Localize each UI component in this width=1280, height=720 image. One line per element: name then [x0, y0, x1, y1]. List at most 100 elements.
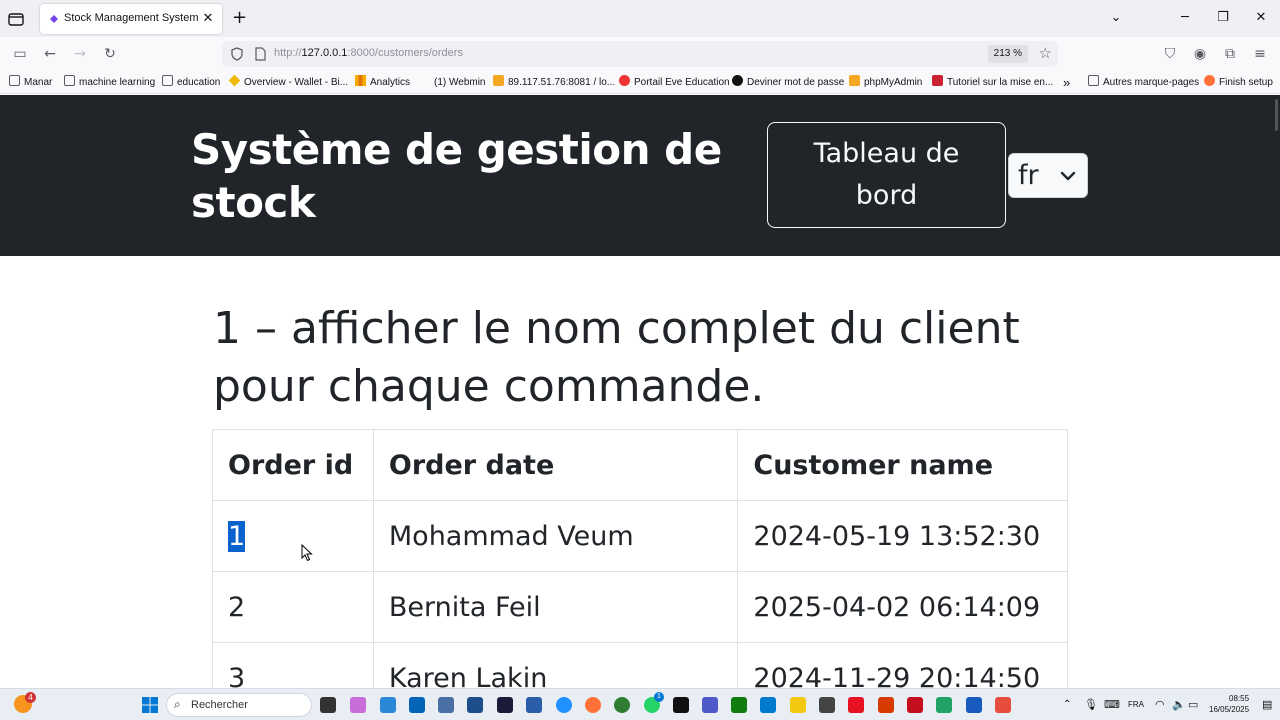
table-cell: Bernita Feil — [372, 571, 739, 643]
app-icon[interactable] — [497, 697, 513, 713]
copilot-icon[interactable] — [350, 697, 366, 713]
tutorial-icon — [932, 75, 943, 86]
volume-icon[interactable]: 🔈 — [1172, 698, 1186, 711]
task-view-icon[interactable] — [320, 697, 336, 713]
folder-icon — [162, 75, 173, 86]
teams-icon[interactable] — [702, 697, 718, 713]
firefox-icon[interactable] — [585, 697, 601, 713]
bookmark-link[interactable]: Overview - Wallet - Bi... — [228, 74, 348, 91]
tab-title: Stock Management System — [64, 12, 199, 24]
table-cell: 2 — [212, 571, 374, 643]
bookmark-link[interactable]: Portail Eve Education — [619, 75, 730, 91]
app-icon[interactable] — [848, 697, 864, 713]
folder-icon — [9, 75, 20, 86]
tab-list-icon[interactable] — [6, 9, 26, 29]
virtualbox-icon[interactable] — [526, 697, 542, 713]
selected-text: 1 — [228, 520, 246, 552]
language-select[interactable]: fr — [1008, 153, 1088, 198]
edge-icon[interactable] — [556, 697, 572, 713]
browser-tab-active[interactable]: Stock Management System ✕ — [40, 4, 222, 34]
reload-icon[interactable]: ↻ — [100, 44, 120, 64]
account-icon[interactable]: ◉ — [1190, 44, 1210, 64]
app-icon[interactable] — [380, 697, 396, 713]
bookmark-link[interactable]: Tutoriel sur la mise en... — [932, 75, 1053, 91]
more-bookmarks-icon[interactable]: » — [1063, 75, 1070, 91]
site-header: Système de gestion de stock Tableau de b… — [0, 95, 1280, 256]
clock-time[interactable]: 08:55 — [1229, 694, 1249, 703]
close-window-icon[interactable]: ✕ — [1250, 8, 1272, 28]
pocket-icon[interactable]: ⛉ — [1160, 44, 1180, 64]
app-icon[interactable] — [995, 697, 1011, 713]
app-icon[interactable] — [878, 697, 894, 713]
bookmark-link[interactable]: 89.117.51.76:8081 / lo... — [493, 75, 615, 91]
bookmarks-bar: Manar machine learning education Overvie… — [0, 71, 1280, 94]
battery-icon[interactable]: ▭ — [1188, 698, 1198, 711]
close-tab-icon[interactable]: ✕ — [200, 11, 216, 27]
bookmark-star-icon[interactable]: ☆ — [1039, 44, 1052, 62]
browser-tab-bar: Stock Management System ✕ + ⌄ ─ ❐ ✕ — [0, 0, 1280, 37]
list-all-tabs-icon[interactable]: ⌄ — [1105, 8, 1127, 28]
wifi-icon[interactable]: ◠ — [1155, 698, 1165, 711]
bookmark-link[interactable]: Deviner mot de passe — [732, 75, 844, 91]
table-cell: 2024-11-29 20:14:50 — [737, 642, 1068, 688]
app-icon[interactable] — [438, 697, 454, 713]
firefox-view-icon — [50, 15, 58, 23]
minimize-icon[interactable]: ─ — [1174, 8, 1196, 28]
restore-icon[interactable]: ❐ — [1212, 8, 1234, 28]
bookmark-link[interactable]: Finish setup — [1204, 75, 1273, 91]
windows-start-icon[interactable] — [142, 697, 158, 713]
file-explorer-icon[interactable] — [790, 697, 806, 713]
table-cell: 3 — [212, 642, 374, 688]
app-icon[interactable] — [731, 697, 747, 713]
menu-icon[interactable]: ≡ — [1250, 44, 1270, 64]
app-icon[interactable] — [614, 697, 630, 713]
table-cell: 2025-04-02 06:14:09 — [737, 571, 1068, 643]
bookmark-folder[interactable]: machine learning — [64, 75, 155, 91]
forward-icon[interactable]: → — [70, 44, 90, 64]
app-icon[interactable] — [936, 697, 952, 713]
windows-taskbar: 4 ⌕ Rechercher 1 ⌃ 🎙 ⌨ FRA ◠ 🔈 ▭ 08:55 1… — [0, 688, 1280, 720]
taskbar-search[interactable]: ⌕ Rechercher — [166, 693, 312, 717]
search-label: Rechercher — [191, 699, 248, 711]
bookmark-link[interactable]: phpMyAdmin — [849, 75, 922, 91]
column-header: Customer name — [737, 429, 1068, 501]
terminal-icon[interactable] — [673, 697, 689, 713]
bookmark-link[interactable]: Analytics — [355, 75, 410, 91]
sidebar-icon[interactable]: ▭ — [10, 44, 30, 64]
phpmyadmin-icon — [493, 75, 504, 86]
browser-nav-bar: ▭ ← → ↻ http://127.0.0.1:8000/customers/… — [0, 37, 1280, 71]
dashboard-button[interactable]: Tableau de bord — [767, 122, 1006, 228]
app-icon[interactable] — [819, 697, 835, 713]
page-heading: 1 – afficher le nom complet du client po… — [213, 303, 1020, 412]
outlook-icon[interactable] — [409, 697, 425, 713]
binance-icon — [228, 74, 241, 87]
new-tab-icon[interactable]: + — [232, 8, 250, 28]
tray-overflow-icon[interactable]: ⌃ — [1063, 699, 1071, 710]
shield-icon[interactable] — [230, 47, 244, 61]
scrollbar-thumb[interactable] — [1275, 99, 1278, 131]
bookmark-folder[interactable]: Autres marque-pages — [1088, 75, 1199, 91]
firefox-icon — [1204, 75, 1215, 86]
bookmark-folder[interactable]: Manar — [9, 75, 52, 91]
app-icon[interactable] — [907, 697, 923, 713]
mouse-cursor-icon — [301, 544, 313, 562]
bookmark-link[interactable]: (1) Webmin — [434, 75, 486, 91]
visual-studio-icon[interactable] — [467, 697, 483, 713]
search-icon: ⌕ — [174, 697, 181, 711]
vscode-icon[interactable] — [760, 697, 776, 713]
language-indicator[interactable]: FRA — [1128, 700, 1144, 709]
analytics-icon — [355, 75, 366, 86]
bookmark-folder[interactable]: education — [162, 75, 220, 91]
notifications-icon[interactable]: ▤ — [1262, 698, 1272, 711]
clock-date[interactable]: 16/05/2025 — [1209, 705, 1249, 714]
page-icon[interactable] — [254, 47, 266, 61]
extensions-icon[interactable]: ⧉ — [1220, 44, 1240, 64]
back-icon[interactable]: ← — [40, 44, 60, 64]
folder-icon — [1088, 75, 1099, 86]
word-icon[interactable] — [966, 697, 982, 713]
address-bar[interactable]: http://127.0.0.1:8000/customers/orders 2… — [222, 41, 1058, 67]
zoom-level-badge[interactable]: 213 % — [987, 45, 1028, 63]
keyboard-icon[interactable]: ⌨ — [1104, 698, 1120, 711]
url-text: http://127.0.0.1:8000/customers/orders — [274, 47, 463, 59]
microphone-icon[interactable]: 🎙 — [1084, 698, 1098, 711]
